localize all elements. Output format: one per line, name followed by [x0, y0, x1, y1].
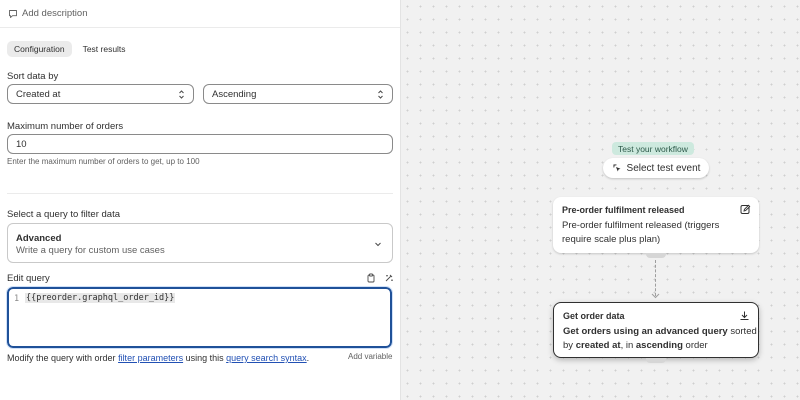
max-orders-input[interactable]: 10 [7, 134, 393, 154]
query-code-editor[interactable]: 1 {{preorder.graphql_order_id}} [6, 286, 393, 349]
node-connector-tab [646, 253, 666, 258]
filter-parameters-link[interactable]: filter parameters [118, 353, 183, 363]
chevron-updown-icon [378, 90, 383, 99]
tab-configuration[interactable]: Configuration [7, 41, 72, 57]
select-test-event-button[interactable]: Select test event [603, 158, 709, 178]
edit-query-tools [366, 273, 394, 283]
max-orders-help: Enter the maximum number of orders to ge… [7, 157, 200, 166]
sort-field-value: Created at [16, 88, 61, 100]
action-node-desc-2: by created at, in ascending order [563, 339, 708, 353]
add-description-button[interactable]: Add description [8, 8, 87, 19]
trigger-node[interactable]: Pre-order fulfilment released Pre-order … [553, 197, 759, 253]
edit-query-label: Edit query [7, 273, 50, 284]
sort-order-value: Ascending [212, 88, 257, 100]
connector-line [655, 260, 656, 296]
query-type-subtitle: Write a query for custom use cases [16, 245, 165, 256]
max-orders-label: Maximum number of orders [7, 121, 124, 132]
trigger-node-desc-2: require scale plus plan) [562, 234, 661, 245]
desc-bold-1: Get orders using an advanced query [563, 326, 728, 337]
select-test-event-label: Select test event [626, 162, 701, 174]
chevron-down-icon [375, 242, 381, 247]
query-type-select[interactable]: Advanced Write a query for custom use ca… [7, 223, 393, 263]
configuration-panel: Add description Configuration Test resul… [0, 0, 401, 400]
add-description-label: Add description [22, 8, 88, 19]
trigger-node-desc-1: Pre-order fulfilment released (triggers [562, 220, 720, 231]
cursor-click-icon [612, 164, 621, 172]
chevron-updown-icon [179, 90, 184, 99]
query-help-text: Modify the query with order filter param… [7, 353, 309, 363]
query-syntax-link[interactable]: query search syntax [226, 353, 307, 363]
download-icon [740, 311, 749, 320]
node-connector-tab [646, 358, 666, 363]
magic-wand-icon[interactable] [384, 273, 394, 283]
tab-bar: Configuration Test results [7, 41, 133, 57]
help-text-1: Modify the query with order [7, 353, 119, 363]
clipboard-icon[interactable] [366, 273, 376, 283]
divider [7, 193, 393, 194]
arrow-down-icon [651, 293, 660, 299]
help-text-2: using this [183, 353, 227, 363]
edit-icon [740, 204, 751, 214]
sort-label: Sort data by [7, 71, 59, 82]
add-variable-button[interactable]: Add variable [348, 352, 392, 361]
divider [0, 27, 400, 28]
desc-text-1: sorted [727, 326, 757, 337]
action-node-desc-1: Get orders using an advanced query sorte… [563, 325, 757, 339]
query-type-title: Advanced [16, 233, 62, 244]
tab-test-results[interactable]: Test results [76, 41, 133, 57]
comment-icon [9, 9, 17, 18]
help-text-3: . [306, 353, 310, 363]
action-node[interactable]: Get order data Get orders using an advan… [553, 302, 759, 358]
action-node-title: Get order data [563, 311, 625, 321]
trigger-node-title: Pre-order fulfilment released [562, 205, 685, 215]
desc-text-4: order [682, 340, 708, 351]
query-code-text: {{preorder.graphql_order_id}} [25, 293, 176, 303]
sort-order-select[interactable]: Ascending [203, 84, 393, 104]
test-workflow-badge: Test your workflow [612, 142, 694, 155]
sort-field-select[interactable]: Created at [7, 84, 194, 104]
line-number: 1 [14, 294, 20, 304]
query-filter-label: Select a query to filter data [7, 209, 121, 220]
desc-text-2: by [563, 340, 576, 351]
desc-bold-2: created at [575, 340, 621, 351]
desc-bold-3: ascending [635, 340, 683, 351]
desc-text-3: , in [620, 340, 636, 351]
